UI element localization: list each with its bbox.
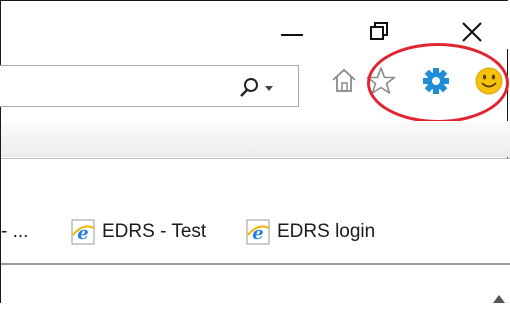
favorites-item-edrs-login[interactable]: e EDRS login <box>244 219 375 245</box>
search-button[interactable] <box>237 75 277 99</box>
favorites-item-label: EDRS login <box>277 221 376 242</box>
chevron-up-icon <box>493 295 505 303</box>
minimize-icon <box>281 34 303 36</box>
favorites-item-truncated[interactable]: - ... <box>1 219 28 245</box>
favorites-item-edrs-test[interactable]: e EDRS - Test <box>69 219 206 245</box>
favorites-item-label: - ... <box>1 221 29 242</box>
minimize-button[interactable] <box>277 19 307 49</box>
home-button[interactable] <box>329 65 363 99</box>
favorites-item-label: EDRS - Test <box>102 221 207 242</box>
page-content <box>1 265 510 306</box>
address-input[interactable] <box>0 65 299 107</box>
restore-button[interactable] <box>365 19 395 49</box>
browser-window: - ... e EDRS - Test e EDRS login <box>0 0 510 306</box>
favorites-bar: - ... e EDRS - Test e EDRS login <box>1 159 510 263</box>
title-bar <box>1 1 510 49</box>
ie-page-icon: e <box>71 219 95 245</box>
home-icon <box>332 68 356 92</box>
tab-band <box>1 121 510 157</box>
restore-icon <box>370 22 388 40</box>
search-icon <box>240 78 258 97</box>
chevron-down-icon <box>265 86 273 91</box>
highlight-annotation <box>367 43 509 123</box>
ie-page-icon: e <box>246 219 270 245</box>
scrollbar-up-arrow[interactable] <box>491 291 507 305</box>
